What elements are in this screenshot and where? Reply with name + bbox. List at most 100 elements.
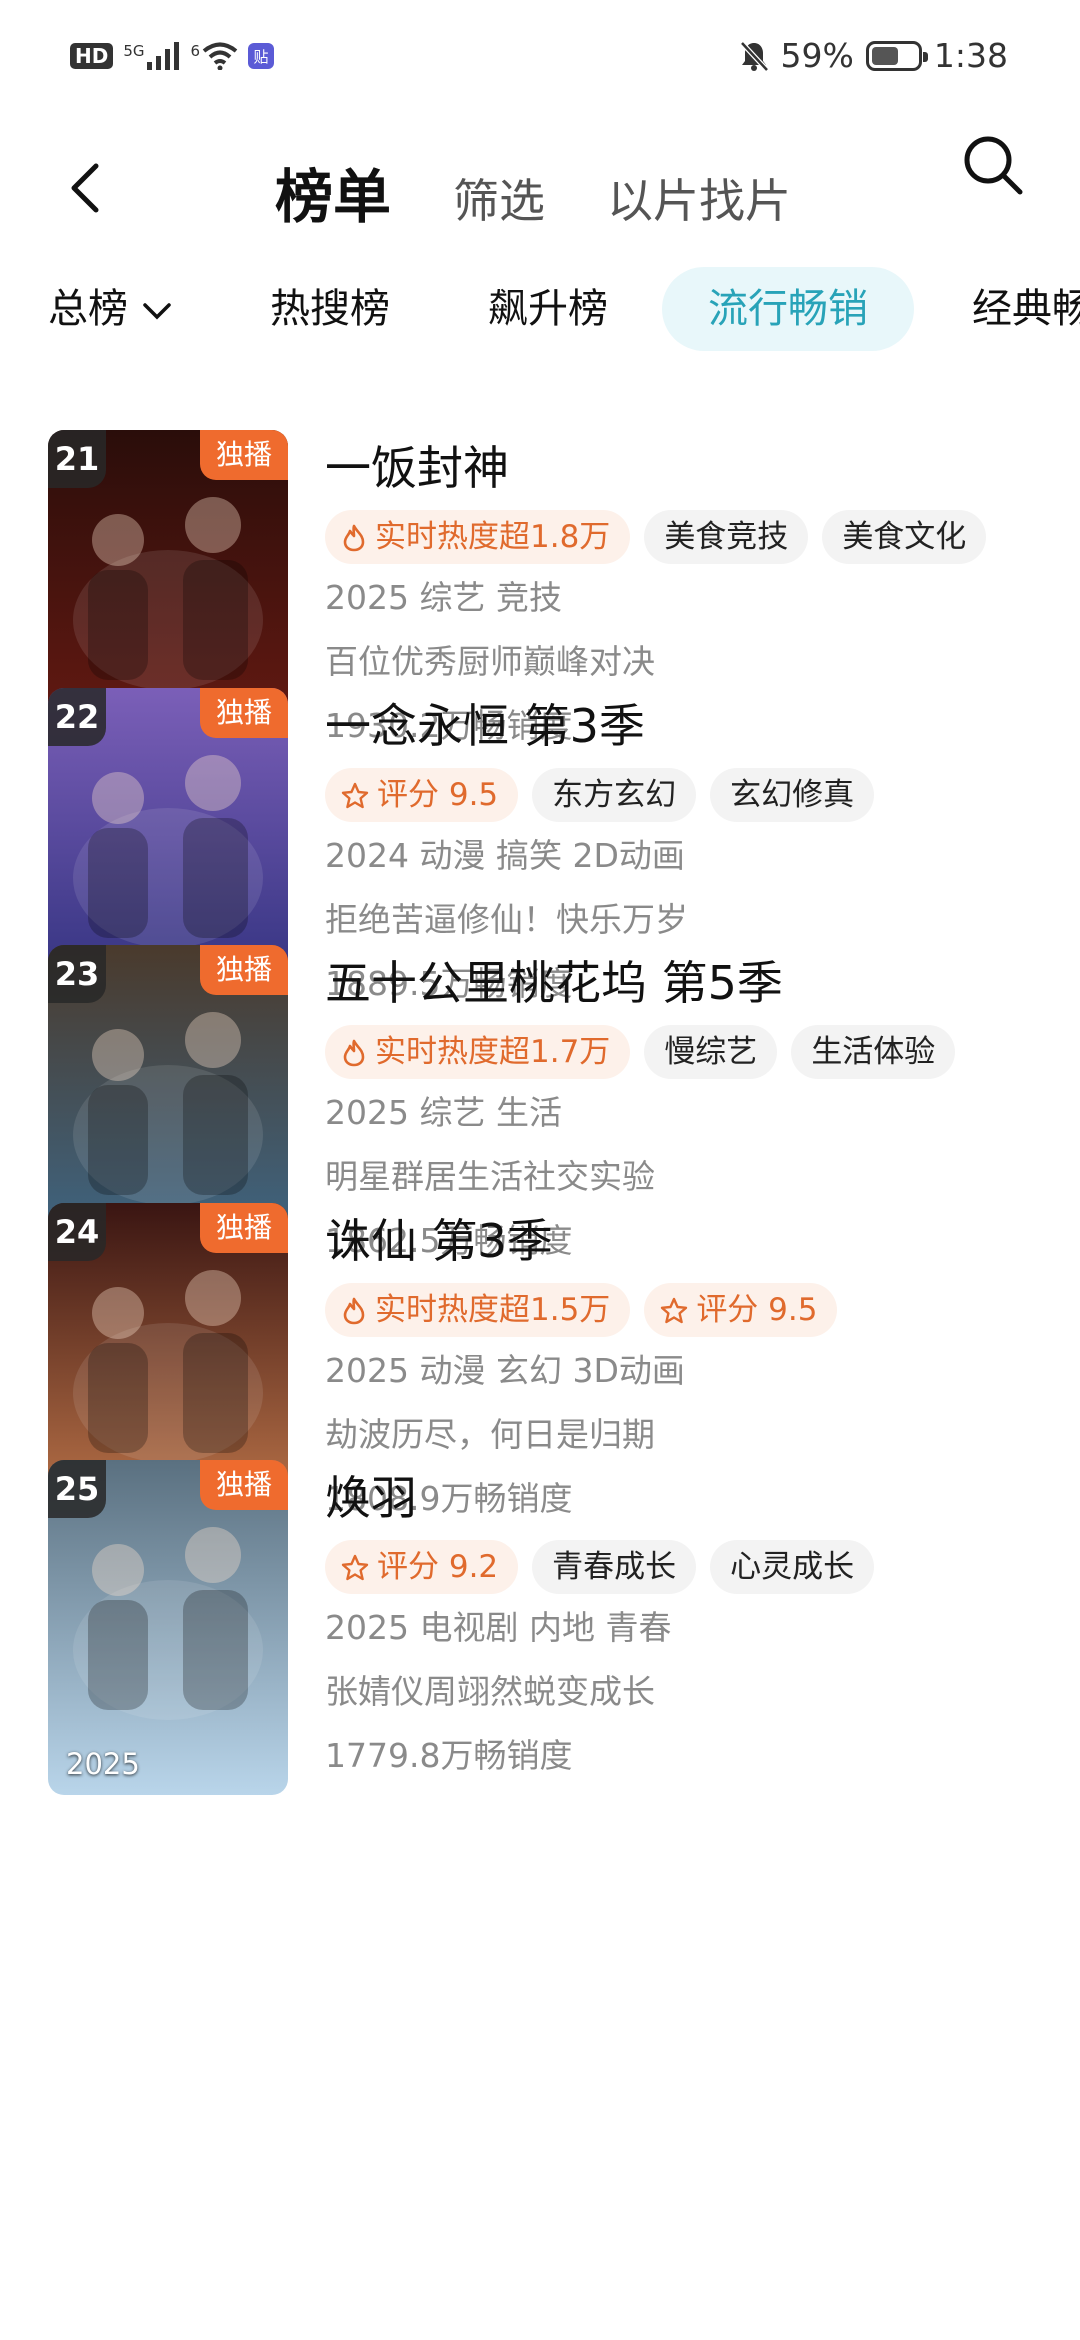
genre-tag[interactable]: 美食文化	[822, 510, 987, 564]
genre-tag[interactable]: 美食竞技	[644, 510, 809, 564]
tag-row: 实时热度超1.7万 慢综艺 生活体验	[325, 1025, 1045, 1079]
poster-thumbnail[interactable]: 25 独播 2025	[48, 1460, 288, 1795]
exclusive-badge: 独播	[199, 1460, 288, 1510]
clock: 1:38	[933, 36, 1008, 75]
back-button[interactable]	[58, 158, 118, 218]
status-right: 59% 1:38	[739, 36, 1008, 75]
highlight-tag: 实时热度超1.5万	[325, 1282, 631, 1337]
item-meta: 2025 综艺 竞技	[325, 578, 562, 617]
status-left: HD 5G 6 贴	[70, 42, 275, 70]
tag-label: 评分 9.2	[377, 1549, 499, 1585]
highlight-tag: 评分 9.5	[644, 1282, 838, 1337]
tag-label: 青春成长	[552, 1549, 677, 1585]
tag-label: 实时热度超1.5万	[375, 1291, 611, 1328]
rank-badge: 21	[48, 430, 106, 488]
tag-label: 慢综艺	[664, 1034, 758, 1070]
rank-badge: 23	[48, 945, 106, 1003]
item-description: 明星群居生活社交实验	[325, 1157, 655, 1196]
status-bar: HD 5G 6 贴 59% 1:38	[0, 0, 1080, 120]
tab-find-by-film[interactable]: 以片找片	[607, 165, 791, 231]
rank-badge: 24	[48, 1202, 106, 1261]
category-popular-bestselling[interactable]: 流行畅销	[662, 267, 914, 351]
item-info: 焕羽 评分 9.2 青春成长 心灵成长 2025 电视剧 内地 青春 张婧仪周翊然蜕…	[325, 1460, 1045, 1786]
genre-tag[interactable]: 玄幻修真	[710, 767, 875, 822]
chevron-down-icon	[143, 303, 171, 320]
tag-label: 实时热度超1.7万	[375, 1034, 611, 1070]
list-item[interactable]: 25 独播 2025 焕羽 评分 9.2 青春成长 心灵成长 2025 电视剧 内地…	[0, 1460, 1080, 1800]
wifi-version-label: 6	[190, 42, 201, 60]
item-meta: 2025 电视剧 内地 青春	[325, 1608, 672, 1647]
search-button[interactable]	[960, 132, 1026, 198]
rank-badge: 25	[48, 1460, 106, 1518]
star-icon	[341, 773, 369, 827]
exclusive-badge: 独播	[199, 945, 288, 995]
app-notification-icon: 贴	[248, 43, 275, 69]
tab-ranking[interactable]: 榜单	[275, 150, 391, 234]
nav-tabs: 榜单 筛选 以片找片	[275, 150, 791, 234]
highlight-tag: 评分 9.2	[325, 1540, 519, 1594]
tag-row: 实时热度超1.8万 美食竞技 美食文化	[325, 510, 1045, 564]
item-description: 拒绝苦逼修仙！快乐万岁	[325, 899, 688, 939]
wifi-icon: 6	[191, 42, 239, 70]
genre-tag[interactable]: 慢综艺	[644, 1025, 778, 1079]
genre-tag[interactable]: 生活体验	[791, 1025, 956, 1079]
tag-row: 评分 9.2 青春成长 心灵成长	[325, 1540, 1045, 1594]
exclusive-badge: 独播	[199, 1202, 288, 1253]
item-title[interactable]: 一饭封神	[325, 438, 1045, 498]
cellular-signal-icon: 5G	[123, 42, 180, 70]
category-hot-search[interactable]: 热搜榜	[270, 267, 390, 351]
item-title[interactable]: 焕羽	[325, 1468, 1045, 1528]
top-nav: 榜单 筛选 以片找片	[0, 120, 1080, 260]
highlight-tag: 评分 9.5	[325, 767, 519, 822]
flame-icon	[341, 1030, 367, 1084]
item-description: 劫波历尽，何日是归期	[325, 1414, 655, 1454]
genre-tag[interactable]: 青春成长	[532, 1540, 697, 1594]
tag-row: 实时热度超1.5万 评分 9.5	[325, 1282, 1045, 1337]
hd-indicator: HD	[70, 43, 114, 69]
search-icon	[964, 136, 1023, 195]
tag-label: 生活体验	[811, 1034, 936, 1070]
category-rising[interactable]: 飙升榜	[488, 267, 608, 351]
genre-tag[interactable]: 东方玄幻	[532, 767, 697, 822]
item-sales: 1779.8万畅销度	[325, 1736, 573, 1775]
poster-year: 2025	[66, 1747, 140, 1781]
genre-tag[interactable]: 心灵成长	[710, 1540, 875, 1594]
flame-icon	[341, 1288, 367, 1342]
item-meta: 2025 动漫 玄幻 3D动画	[325, 1350, 685, 1390]
star-icon	[341, 1545, 369, 1599]
exclusive-badge: 独播	[199, 430, 288, 480]
item-description: 张婧仪周翊然蜕变成长	[325, 1672, 655, 1711]
ranking-screen: HD 5G 6 贴 59% 1:38 榜单 筛选 以片找片 总榜 热搜榜 飙升榜…	[0, 0, 1080, 2340]
exclusive-badge: 独播	[199, 687, 288, 738]
highlight-tag: 实时热度超1.8万	[325, 510, 631, 564]
tag-label: 美食文化	[842, 519, 967, 555]
battery-icon	[865, 40, 928, 71]
highlight-tag: 实时热度超1.7万	[325, 1025, 631, 1079]
tag-label: 评分 9.5	[377, 776, 499, 813]
tag-row: 评分 9.5 东方玄幻 玄幻修真	[325, 767, 1045, 822]
tag-label: 东方玄幻	[552, 776, 677, 813]
tab-filter[interactable]: 筛选	[453, 165, 545, 231]
tag-label: 美食竞技	[664, 519, 789, 555]
category-overall[interactable]: 总榜	[48, 267, 172, 351]
item-title[interactable]: 五十公里桃花坞 第5季	[325, 953, 1045, 1013]
tag-label: 玄幻修真	[730, 776, 855, 813]
item-meta: 2025 综艺 生活	[325, 1093, 562, 1132]
star-icon	[660, 1288, 688, 1342]
item-meta: 2024 动漫 搞笑 2D动画	[325, 835, 685, 875]
tag-label: 实时热度超1.8万	[375, 519, 611, 555]
battery-percent: 59%	[780, 36, 854, 75]
rank-badge: 22	[48, 687, 106, 746]
tag-label: 心灵成长	[730, 1549, 855, 1585]
tag-label: 评分 9.5	[696, 1291, 818, 1328]
network-type-label: 5G	[123, 42, 145, 60]
category-classic[interactable]: 经典畅	[972, 267, 1080, 351]
category-tabs: 总榜 热搜榜 飙升榜 流行畅销 经典畅	[0, 265, 1080, 355]
chevron-left-icon	[71, 163, 99, 213]
item-title[interactable]: 诛仙 第3季	[325, 1211, 1045, 1271]
mute-bell-icon	[739, 40, 769, 72]
item-title[interactable]: 一念永恒 第3季	[325, 696, 1045, 756]
item-description: 百位优秀厨师巅峰对决	[325, 642, 655, 681]
category-label: 总榜	[48, 286, 128, 332]
flame-icon	[341, 515, 367, 569]
